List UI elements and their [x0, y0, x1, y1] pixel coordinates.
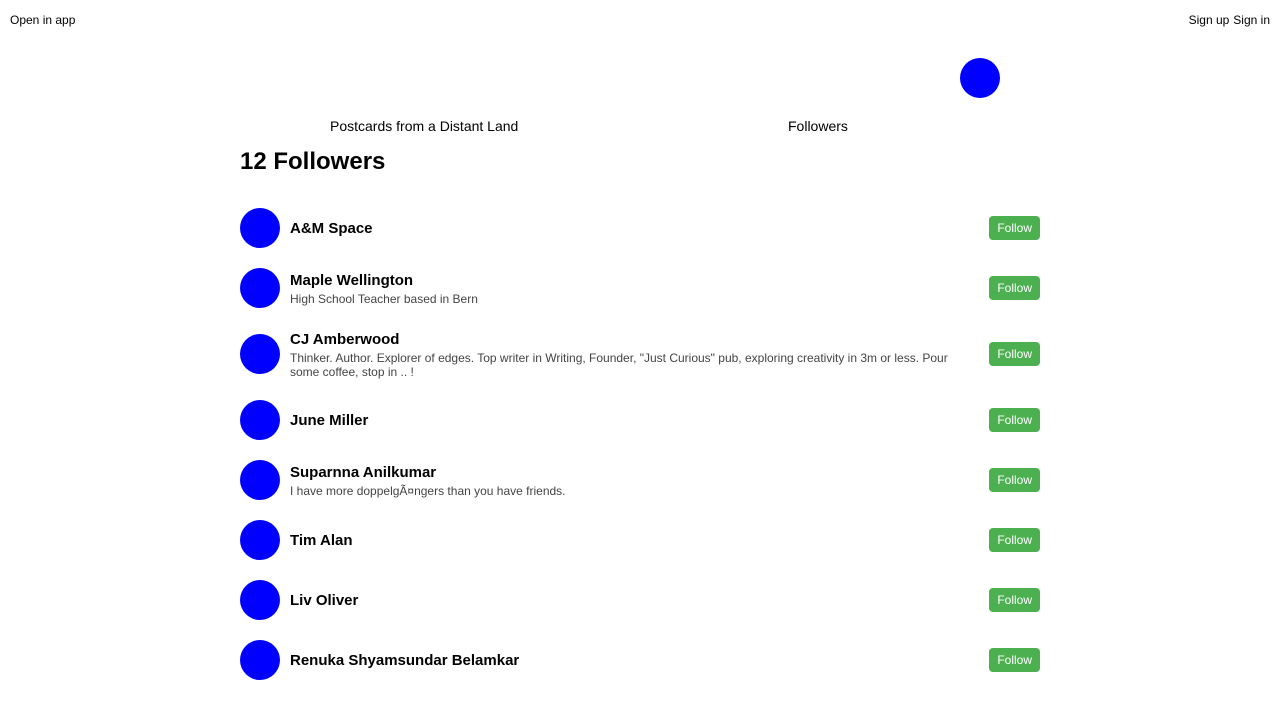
follower-row: Liv Oliver Follow [240, 570, 1040, 630]
follower-info: CJ Amberwood Thinker. Author. Explorer of… [290, 330, 989, 379]
open-in-app-link[interactable]: Open in app [10, 13, 75, 27]
follower-info: June Miller [290, 411, 989, 430]
follower-avatar[interactable] [240, 640, 280, 680]
follower-row: June Miller Follow [240, 390, 1040, 450]
sign-in-link[interactable]: Sign in [1233, 13, 1270, 27]
follower-info: Renuka Shyamsundar Belamkar [290, 651, 989, 670]
top-bar: Open in app Sign up Sign in [0, 0, 1280, 40]
follower-row: Maple Wellington High School Teacher base… [240, 258, 1040, 318]
follower-avatar[interactable] [240, 580, 280, 620]
follower-avatar[interactable] [240, 460, 280, 500]
follower-list: A&M Space Follow Maple Wellington High Scho… [240, 198, 1040, 690]
follower-avatar[interactable] [240, 400, 280, 440]
publication-logo[interactable] [960, 58, 1000, 98]
follow-button[interactable]: Follow [989, 588, 1040, 612]
follow-button[interactable]: Follow [989, 468, 1040, 492]
follow-button[interactable]: Follow [989, 528, 1040, 552]
follower-name[interactable]: June Miller [290, 411, 977, 430]
follower-name[interactable]: Renuka Shyamsundar Belamkar [290, 651, 977, 670]
publication-name-link[interactable]: Postcards from a Distant Land [330, 118, 518, 134]
follower-row: Suparnna Anilkumar I have more doppelgÃ¤n… [240, 450, 1040, 510]
sign-up-link[interactable]: Sign up [1189, 13, 1230, 27]
follower-name[interactable]: Maple Wellington [290, 271, 977, 290]
follower-name[interactable]: Liv Oliver [290, 591, 977, 610]
follow-button[interactable]: Follow [989, 216, 1040, 240]
followers-nav-link[interactable]: Followers [788, 118, 848, 134]
follower-avatar[interactable] [240, 520, 280, 560]
follower-info: Tim Alan [290, 531, 989, 550]
follow-button[interactable]: Follow [989, 648, 1040, 672]
follower-bio: Thinker. Author. Explorer of edges. Top … [290, 350, 948, 379]
auth-links: Sign up Sign in [1189, 13, 1270, 27]
page-title: 12 Followers [240, 148, 386, 175]
follower-row: Tim Alan Follow [240, 510, 1040, 570]
follower-name[interactable]: CJ Amberwood [290, 330, 977, 349]
follower-info: Suparnna Anilkumar I have more doppelgÃ¤n… [290, 463, 989, 498]
follower-name[interactable]: Tim Alan [290, 531, 977, 550]
follower-avatar[interactable] [240, 334, 280, 374]
follow-button[interactable]: Follow [989, 408, 1040, 432]
follower-row: A&M Space Follow [240, 198, 1040, 258]
follower-name[interactable]: Suparnna Anilkumar [290, 463, 977, 482]
follower-name[interactable]: A&M Space [290, 219, 977, 238]
follower-info: Maple Wellington High School Teacher base… [290, 271, 989, 306]
follower-row: Renuka Shyamsundar Belamkar Follow [240, 630, 1040, 690]
follower-info: Liv Oliver [290, 591, 989, 610]
follower-bio: I have more doppelgÃ¤ngers than you have… [290, 483, 566, 498]
follower-info: A&M Space [290, 219, 989, 238]
follower-avatar[interactable] [240, 268, 280, 308]
follower-row: CJ Amberwood Thinker. Author. Explorer of… [240, 318, 1040, 390]
follower-bio: High School Teacher based in Bern [290, 291, 478, 306]
follower-avatar[interactable] [240, 208, 280, 248]
follow-button[interactable]: Follow [989, 342, 1040, 366]
follow-button[interactable]: Follow [989, 276, 1040, 300]
